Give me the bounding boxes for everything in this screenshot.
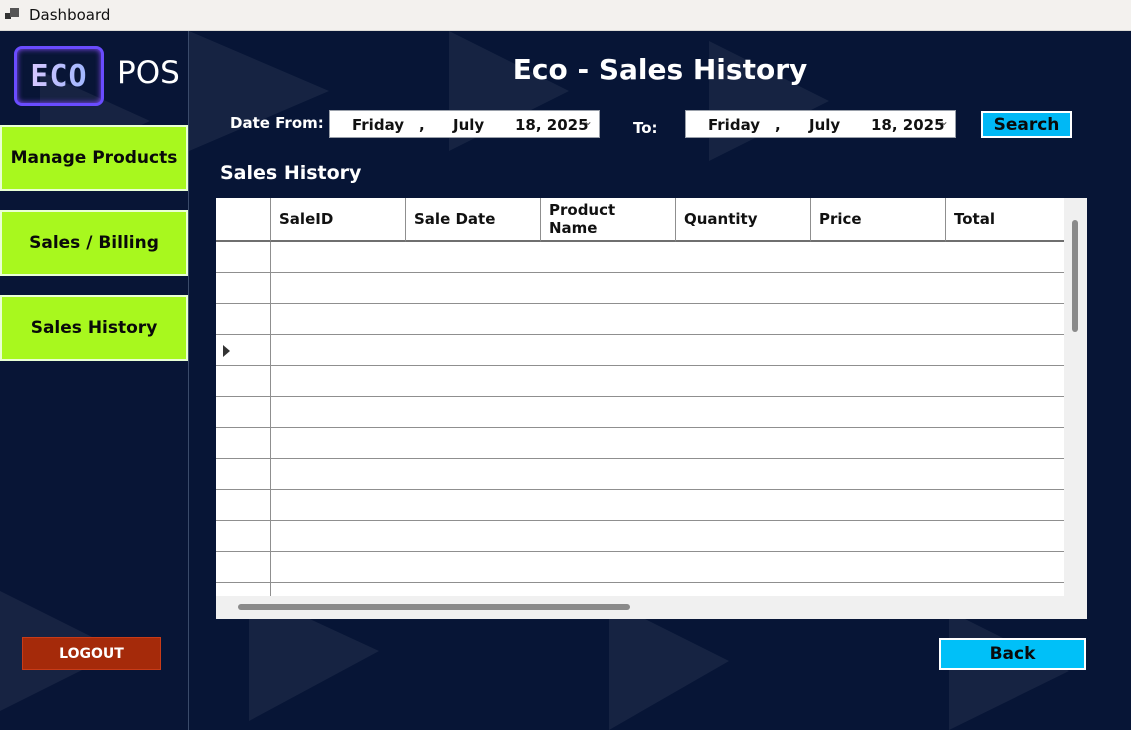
- date-from-day-year: 18, 2025: [515, 116, 589, 134]
- date-from-label: Date From:: [230, 114, 324, 132]
- table-row[interactable]: [216, 397, 1064, 428]
- chevron-down-icon[interactable]: ⌄: [583, 114, 593, 128]
- current-row-arrow-icon: [223, 345, 230, 357]
- horizontal-scroll-thumb[interactable]: [238, 604, 630, 610]
- table-row[interactable]: [216, 490, 1064, 521]
- date-to-picker[interactable]: Friday , July 18, 2025 ⌄: [685, 110, 956, 138]
- vertical-scrollbar[interactable]: [1064, 198, 1087, 596]
- row-header-cell[interactable]: [216, 521, 271, 552]
- app-icon: [5, 8, 19, 22]
- title-bar: Dashboard: [0, 0, 1131, 31]
- column-header-saleid[interactable]: SaleID: [271, 198, 406, 242]
- window-title: Dashboard: [29, 6, 111, 24]
- row-header-cell[interactable]: [216, 273, 271, 304]
- row-header-cell[interactable]: [216, 490, 271, 521]
- sidebar-item-label: Sales History: [30, 318, 158, 338]
- chevron-down-icon[interactable]: ⌄: [939, 114, 949, 128]
- search-button[interactable]: Search: [981, 111, 1072, 138]
- sidebar: ECO POS Manage Products Sales / Billing …: [0, 31, 189, 730]
- column-header-quantity[interactable]: Quantity: [676, 198, 811, 242]
- row-header-cell[interactable]: [216, 304, 271, 335]
- logo-pos-text: POS: [117, 55, 180, 91]
- table-row[interactable]: [216, 242, 1064, 273]
- date-to-weekday: Friday: [708, 116, 761, 134]
- row-header-cell[interactable]: [216, 552, 271, 583]
- horizontal-scrollbar[interactable]: [216, 596, 1087, 619]
- sales-history-table[interactable]: SaleID Sale Date Product Name Quantity P…: [216, 198, 1087, 619]
- sidebar-item-label: Manage Products: [10, 148, 178, 168]
- date-to-day-year: 18, 2025: [871, 116, 945, 134]
- date-from-weekday: Friday: [352, 116, 405, 134]
- row-header-cell[interactable]: [216, 366, 271, 397]
- table-row[interactable]: [216, 273, 1064, 304]
- table-row[interactable]: [216, 459, 1064, 490]
- sidebar-item-sales-history[interactable]: Sales History: [0, 295, 188, 361]
- date-from-picker[interactable]: Friday , July 18, 2025 ⌄: [329, 110, 600, 138]
- section-title: Sales History: [220, 162, 362, 184]
- table-row[interactable]: [216, 521, 1064, 552]
- date-from-separator: ,: [419, 116, 425, 134]
- logo-badge: ECO: [14, 46, 104, 106]
- column-header-product-name[interactable]: Product Name: [541, 198, 676, 242]
- sidebar-item-manage-products[interactable]: Manage Products: [0, 125, 188, 191]
- table-body: SaleID Sale Date Product Name Quantity P…: [216, 198, 1064, 614]
- column-header-total[interactable]: Total: [946, 198, 1064, 242]
- sidebar-item-label: Sales / Billing: [29, 233, 159, 253]
- table-row[interactable]: [216, 552, 1064, 583]
- date-to-separator: ,: [775, 116, 781, 134]
- table-row[interactable]: [216, 428, 1064, 459]
- table-row[interactable]: [216, 366, 1064, 397]
- column-header-sale-date[interactable]: Sale Date: [406, 198, 541, 242]
- row-header-cell[interactable]: [216, 428, 271, 459]
- row-header-cell[interactable]: [216, 242, 271, 273]
- page-title: Eco - Sales History: [512, 53, 808, 86]
- back-button[interactable]: Back: [939, 638, 1086, 670]
- date-from-month: July: [453, 116, 485, 134]
- row-header-cell[interactable]: [216, 335, 271, 366]
- main-panel: Eco - Sales History Date From: Friday , …: [189, 31, 1131, 730]
- row-header-corner: [216, 198, 271, 242]
- table-row[interactable]: [216, 304, 1064, 335]
- date-to-month: July: [809, 116, 841, 134]
- date-to-label: To:: [633, 119, 658, 137]
- row-header-cell[interactable]: [216, 459, 271, 490]
- vertical-scroll-thumb[interactable]: [1072, 220, 1078, 332]
- column-header-price[interactable]: Price: [811, 198, 946, 242]
- logo-eco-text: ECO: [30, 58, 88, 94]
- logout-button[interactable]: LOGOUT: [22, 637, 161, 670]
- row-header-cell[interactable]: [216, 397, 271, 428]
- sidebar-item-sales-billing[interactable]: Sales / Billing: [0, 210, 188, 276]
- table-row[interactable]: [216, 335, 1064, 366]
